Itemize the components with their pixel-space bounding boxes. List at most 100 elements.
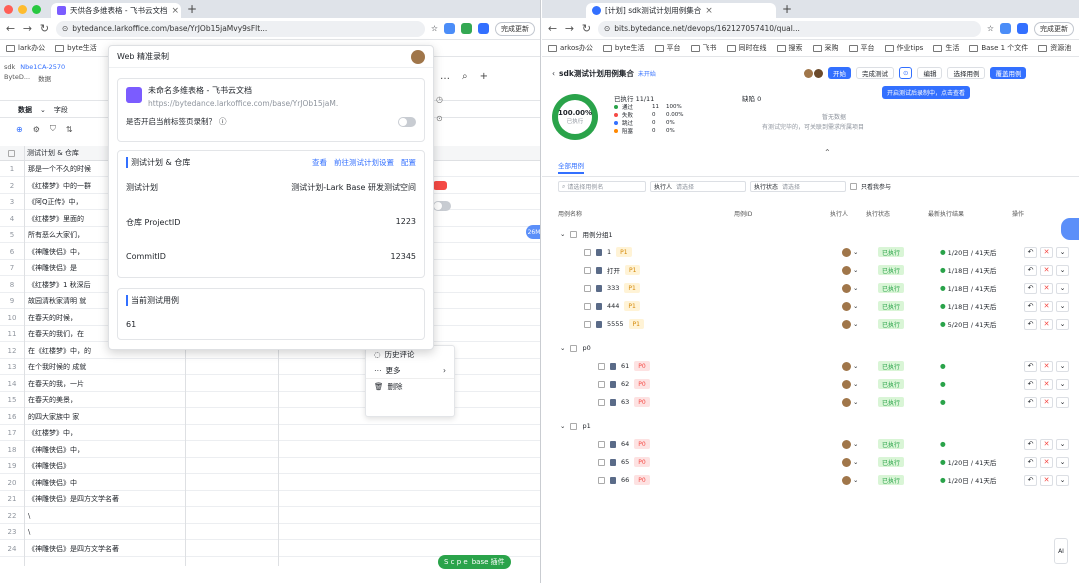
- minimize-window-icon[interactable]: [18, 4, 27, 14]
- bookmark-item[interactable]: Base 1 个文件: [969, 43, 1028, 53]
- status-badge[interactable]: 已执行: [878, 379, 905, 389]
- executor-avatar[interactable]: [842, 361, 851, 371]
- side-assistant-tab[interactable]: [1061, 218, 1079, 240]
- executor-avatar[interactable]: [842, 301, 851, 311]
- chevron-down-icon[interactable]: ⌄: [1056, 396, 1069, 408]
- status-badge[interactable]: 已执行: [878, 265, 905, 275]
- undo-icon[interactable]: ↶: [1024, 474, 1037, 486]
- site-info-icon[interactable]: ⊙: [62, 24, 68, 33]
- fail-x-icon[interactable]: ✕: [1040, 456, 1053, 468]
- executor-avatar[interactable]: [842, 247, 851, 257]
- table-row[interactable]: 18 《神雕侠侣》中，: [0, 443, 540, 458]
- undo-icon[interactable]: ↶: [1024, 264, 1037, 276]
- fail-x-icon[interactable]: ✕: [1040, 474, 1053, 486]
- case-row[interactable]: 63 P0 ⌄ 已执行 ● ↶ ✕ ⌄: [542, 393, 1079, 411]
- row-checkbox[interactable]: [598, 440, 605, 448]
- chevron-down-icon[interactable]: ⌄: [560, 344, 565, 352]
- select-all-checkbox[interactable]: [8, 149, 15, 157]
- chevron-down-icon[interactable]: ⌄: [560, 230, 565, 238]
- row-checkbox[interactable]: [598, 476, 605, 484]
- table-row[interactable]: 23 \: [0, 525, 540, 540]
- new-tab-icon[interactable]: +: [187, 2, 197, 18]
- recording-toggle[interactable]: [398, 116, 416, 127]
- tab-all-cases[interactable]: 全部用例: [558, 160, 584, 174]
- row-checkbox[interactable]: [584, 284, 591, 292]
- executor-avatar[interactable]: [842, 457, 851, 467]
- table-row[interactable]: 21 《神雕侠侣》是四方文学名著: [0, 492, 540, 507]
- fail-x-icon[interactable]: ✕: [1040, 438, 1053, 450]
- bookmark-item[interactable]: 作业tips: [884, 43, 923, 53]
- cover-cases-button[interactable]: 覆盖用例: [990, 67, 1027, 79]
- undo-icon[interactable]: ↶: [1024, 246, 1037, 258]
- avatar[interactable]: [411, 49, 425, 64]
- fail-x-icon[interactable]: ✕: [1040, 360, 1053, 372]
- status-badge[interactable]: 已执行: [878, 301, 905, 311]
- close-tab-icon[interactable]: ×: [705, 6, 713, 16]
- table-row[interactable]: 16 的四大家族中 家: [0, 410, 540, 425]
- sort-icon[interactable]: ⇅: [66, 125, 73, 134]
- group-checkbox[interactable]: [570, 422, 578, 430]
- undo-icon[interactable]: ↶: [1024, 396, 1037, 408]
- tab-test-plan[interactable]: [计划] sdk测试计划用例集合 ×: [586, 3, 776, 18]
- status-badge[interactable]: 已执行: [878, 319, 905, 329]
- view-field[interactable]: 字段: [54, 105, 68, 115]
- extension-rec-icon[interactable]: [1017, 23, 1028, 34]
- record-icon[interactable]: ⊙: [899, 67, 913, 79]
- executor-avatar[interactable]: [842, 397, 851, 407]
- extension-b-icon[interactable]: [461, 23, 472, 34]
- status-badge[interactable]: 已执行: [878, 397, 905, 407]
- case-group[interactable]: ⌄ 用例分组1: [542, 225, 1079, 243]
- add-icon[interactable]: +: [480, 71, 488, 82]
- status-select[interactable]: 执行状态 请选择: [750, 181, 846, 192]
- undo-icon[interactable]: ↶: [1024, 438, 1037, 450]
- crumb[interactable]: Nbe1CA-2570: [20, 63, 65, 71]
- executor-avatar[interactable]: [842, 265, 851, 275]
- case-row[interactable]: 64 P0 ⌄ 已执行 ● ↶ ✕ ⌄: [542, 435, 1079, 453]
- fail-x-icon[interactable]: ✕: [1040, 378, 1053, 390]
- chevron-down-icon[interactable]: ⌄: [1056, 438, 1069, 450]
- undo-icon[interactable]: ↶: [1024, 360, 1037, 372]
- chevron-down-icon[interactable]: ⌄: [1056, 360, 1069, 372]
- undo-icon[interactable]: ↶: [1024, 456, 1037, 468]
- fail-x-icon[interactable]: ✕: [1040, 282, 1053, 294]
- site-info-icon[interactable]: ⊙: [604, 24, 610, 33]
- view-name[interactable]: 数据: [18, 105, 32, 115]
- case-group[interactable]: ⌄ p0: [542, 339, 1079, 357]
- side-assistant-tab[interactable]: 26M: [526, 225, 540, 239]
- executor-avatar[interactable]: [842, 475, 851, 485]
- status-badge[interactable]: 已执行: [878, 283, 905, 293]
- case-row[interactable]: 65 P0 ⌄ 已执行 ● 1/20日 / 41天后 ↶ ✕ ⌄: [542, 453, 1079, 471]
- table-row[interactable]: 19 《神雕侠侣》: [0, 459, 540, 474]
- fail-x-icon[interactable]: ✕: [1040, 300, 1053, 312]
- extension-rec-icon[interactable]: [478, 23, 489, 34]
- group-checkbox[interactable]: [570, 344, 578, 352]
- fail-x-icon[interactable]: ✕: [1040, 318, 1053, 330]
- history-icon[interactable]: ◷: [436, 95, 443, 104]
- undo-icon[interactable]: ↶: [1024, 300, 1037, 312]
- chevron-down-icon[interactable]: ⌄: [1056, 456, 1069, 468]
- chevron-down-icon[interactable]: ⌄: [853, 476, 858, 484]
- row-checkbox[interactable]: [584, 302, 591, 310]
- status-badge[interactable]: 已执行: [878, 247, 905, 257]
- subnav-item[interactable]: 数据: [38, 73, 51, 83]
- recording-status-button[interactable]: 开启测试后录制中，点击查看: [882, 86, 971, 99]
- row-checkbox[interactable]: [584, 248, 591, 256]
- group-checkbox[interactable]: [570, 230, 578, 238]
- chevron-down-icon[interactable]: ⌄: [853, 266, 858, 274]
- extension-a-icon[interactable]: [1000, 23, 1011, 34]
- case-row[interactable]: 5555 P1 ⌄ 已执行 ● 5/20日 / 41天后 ↶ ✕ ⌄: [542, 315, 1079, 333]
- chevron-down-icon[interactable]: ⌄: [853, 440, 858, 448]
- chevron-down-icon[interactable]: ⌄: [40, 106, 46, 114]
- executor-select[interactable]: 执行人 请选择: [650, 181, 746, 192]
- chevron-down-icon[interactable]: ⌄: [560, 422, 565, 430]
- case-row[interactable]: 61 P0 ⌄ 已执行 ● ↶ ✕ ⌄: [542, 357, 1079, 375]
- back-icon[interactable]: ←: [547, 22, 558, 35]
- only-mine-checkbox[interactable]: [850, 183, 857, 190]
- reload-icon[interactable]: ↻: [581, 22, 592, 35]
- undo-icon[interactable]: ↶: [1024, 318, 1037, 330]
- bookmark-item[interactable]: 平台: [654, 43, 681, 53]
- close-tab-icon[interactable]: ×: [171, 6, 179, 16]
- chevron-down-icon[interactable]: ⌄: [853, 398, 858, 406]
- bookmark-item[interactable]: 生活: [933, 43, 959, 53]
- start-button[interactable]: 开始: [828, 67, 851, 79]
